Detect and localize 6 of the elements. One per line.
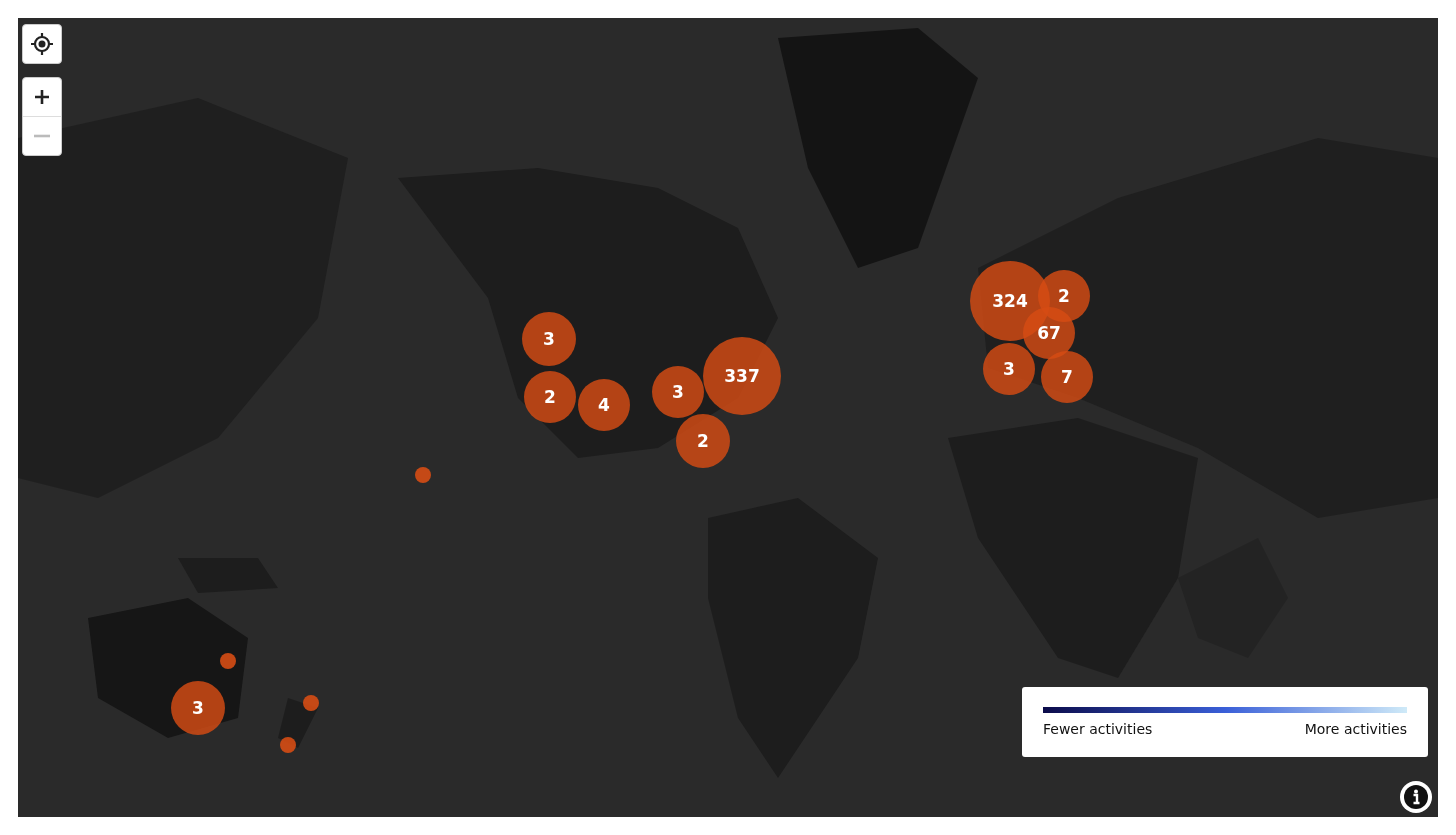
legend-label: More activities	[1304, 721, 1407, 737]
locate-icon	[31, 33, 53, 55]
plus-icon	[34, 89, 50, 105]
info-icon	[1403, 784, 1429, 810]
legend-label: Fewer activities	[1043, 721, 1153, 737]
minus-icon	[34, 134, 50, 138]
